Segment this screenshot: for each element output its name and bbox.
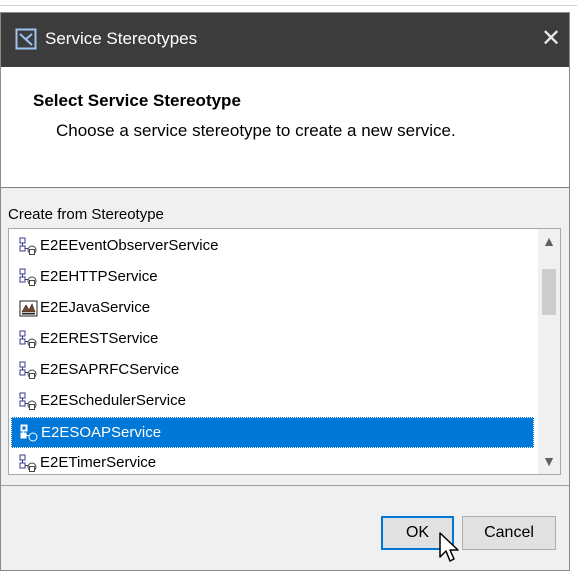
list-item[interactable]: E2ETimerService: [11, 448, 534, 474]
list-item-label: E2ESAPRFCService: [40, 361, 180, 378]
header-description: Choose a service stereotype to create a …: [56, 121, 456, 140]
list-item[interactable]: E2ESchedulerService: [11, 386, 534, 417]
list-item[interactable]: E2ERESTService: [11, 324, 534, 355]
vertical-scrollbar[interactable]: ▲ ▼: [538, 229, 560, 474]
list-label: Create from Stereotype: [8, 206, 164, 223]
list-item-label: E2ETimerService: [40, 454, 157, 471]
footer-divider: [1, 485, 569, 486]
list-item-label: E2EHTTPService: [40, 268, 158, 285]
dialog-title: Service Stereotypes: [45, 29, 198, 48]
dialog-header: Select Service Stereotype Choose a servi…: [1, 67, 569, 188]
close-button[interactable]: ✕: [534, 22, 568, 56]
header-title: Select Service Stereotype: [33, 91, 241, 110]
scroll-up-button[interactable]: ▲: [538, 229, 560, 254]
service-stereotype-icon: [19, 268, 37, 286]
stereotype-list[interactable]: E2EEventObserverService E2EHTTPService E…: [8, 228, 561, 475]
service-stereotypes-dialog: Service Stereotypes ✕ Select Service Ste…: [0, 12, 570, 571]
list-item[interactable]: E2EHTTPService: [11, 262, 534, 293]
java-service-icon: [19, 300, 38, 317]
service-stereotype-icon: [19, 330, 37, 348]
list-item-label: E2EEventObserverService: [40, 237, 219, 254]
list-item-selected[interactable]: E2ESOAPService: [11, 417, 534, 448]
chevron-down-icon: ▼: [542, 453, 556, 469]
scroll-down-button[interactable]: ▼: [538, 449, 560, 474]
service-stereotype-icon: [19, 361, 37, 379]
list-item-label: E2EJavaService: [40, 299, 151, 316]
service-stereotype-icon: [19, 392, 37, 410]
mouse-pointer-icon: [439, 532, 459, 562]
service-stereotype-icon: [19, 237, 37, 255]
list-item[interactable]: E2ESAPRFCService: [11, 355, 534, 386]
soap-service-icon: [20, 424, 38, 442]
background-window-edge: [0, 0, 577, 6]
list-item[interactable]: E2EEventObserverService: [11, 231, 534, 262]
list-item-label: E2ESchedulerService: [40, 392, 186, 409]
close-icon: ✕: [540, 25, 562, 52]
list-item[interactable]: E2EJavaService: [11, 293, 534, 324]
list-item-label: E2ESOAPService: [41, 424, 162, 441]
chevron-up-icon: ▲: [542, 233, 556, 249]
title-bar[interactable]: Service Stereotypes ✕: [1, 13, 569, 67]
cancel-button[interactable]: Cancel: [462, 516, 556, 550]
app-icon: [15, 28, 37, 50]
scrollbar-thumb[interactable]: [542, 269, 556, 315]
service-stereotype-icon: [19, 454, 37, 472]
list-item-label: E2ERESTService: [40, 330, 159, 347]
